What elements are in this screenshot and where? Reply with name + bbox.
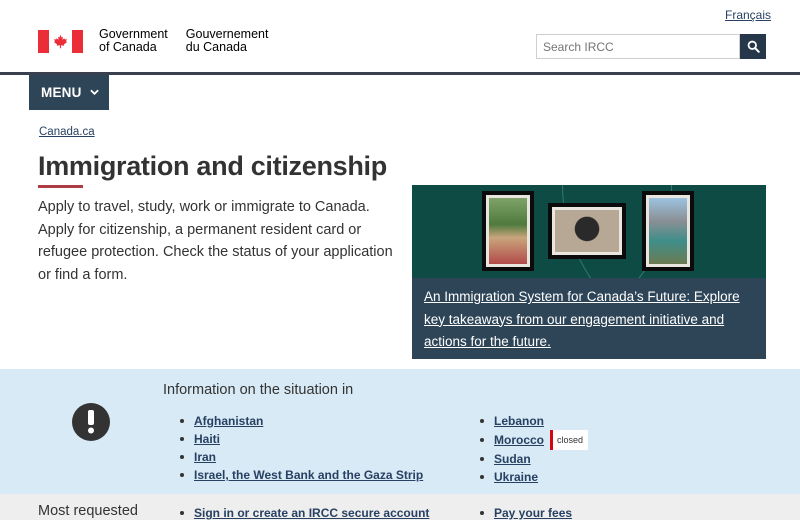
situation-link-israel[interactable]: Israel, the West Bank and the Gaza Strip: [194, 466, 423, 484]
situation-heading: Information on the situation in: [163, 382, 354, 398]
list-item: Morocco closed: [480, 430, 589, 450]
signature-en: Government of Canada: [99, 28, 168, 54]
language-toggle-link[interactable]: Français: [725, 8, 771, 22]
feature-image[interactable]: [412, 185, 766, 278]
list-item: Pay your fees: [480, 504, 572, 520]
pay-fees-link[interactable]: Pay your fees: [494, 504, 572, 520]
situation-link-afghanistan[interactable]: Afghanistan: [194, 412, 263, 430]
search-button[interactable]: [740, 34, 766, 59]
most-requested-list-left: Sign in or create an IRCC secure account: [180, 504, 429, 520]
exclamation-icon: [72, 403, 110, 441]
list-item: Lebanon: [480, 412, 588, 430]
title-underline: [38, 185, 83, 188]
situation-link-morocco[interactable]: Morocco: [494, 431, 544, 449]
sign-in-link[interactable]: Sign in or create an IRCC secure account: [194, 504, 429, 520]
intro-text: Apply to travel, study, work or immigrat…: [38, 199, 393, 283]
situation-link-haiti[interactable]: Haiti: [194, 430, 220, 448]
list-item: Iran: [180, 448, 423, 466]
photo-frame-left: [482, 191, 534, 271]
list-item: Sign in or create an IRCC secure account: [180, 504, 429, 520]
page-title: Immigration and citizenship: [38, 151, 387, 181]
list-item: Sudan: [480, 450, 588, 468]
situation-link-sudan[interactable]: Sudan: [494, 450, 531, 468]
search-icon: [747, 40, 760, 53]
menu-button[interactable]: MENU: [29, 75, 109, 110]
feature-caption: An Immigration System for Canada’s Futur…: [412, 278, 766, 359]
photo-frame-right: [642, 191, 694, 271]
menu-label: MENU: [41, 85, 82, 100]
header-divider: [0, 72, 800, 75]
list-item: Afghanistan: [180, 412, 423, 430]
search-input[interactable]: [536, 34, 740, 59]
situation-list-left: Afghanistan Haiti Iran Israel, the West …: [180, 412, 423, 484]
canada-flag-icon: [38, 30, 83, 53]
list-item: Israel, the West Bank and the Gaza Strip: [180, 466, 423, 484]
signature-fr-line-2: du Canada: [185, 40, 247, 54]
chevron-down-icon: [89, 87, 99, 98]
breadcrumb-home-link[interactable]: Canada.ca: [39, 126, 95, 138]
signature-fr: Gouvernement du Canada: [186, 28, 269, 54]
photo-frame-center: [548, 203, 626, 259]
situation-link-iran[interactable]: Iran: [194, 448, 216, 466]
most-requested-heading: Most requested: [38, 503, 138, 519]
feature-link[interactable]: An Immigration System for Canada’s Futur…: [424, 289, 740, 349]
list-item: Haiti: [180, 430, 423, 448]
situation-list-right: Lebanon Morocco closed Sudan Ukraine: [480, 412, 589, 486]
signature-en-line-2: of Canada: [99, 40, 157, 54]
government-signature[interactable]: Government of Canada Gouvernement du Can…: [38, 28, 268, 54]
status-badge: closed: [550, 430, 589, 450]
most-requested-list-right: Pay your fees: [480, 504, 572, 520]
situation-link-ukraine[interactable]: Ukraine: [494, 468, 538, 486]
list-item: Ukraine: [480, 468, 588, 486]
situation-link-lebanon[interactable]: Lebanon: [494, 412, 544, 430]
